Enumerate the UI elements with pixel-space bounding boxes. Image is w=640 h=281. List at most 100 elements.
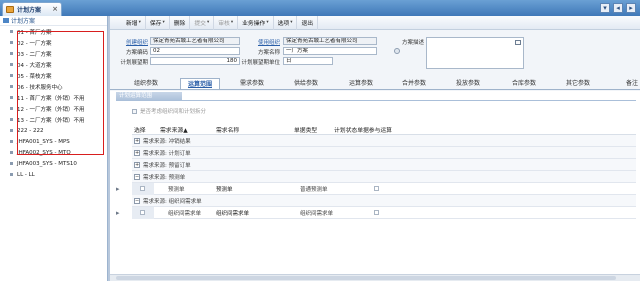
toolbar-button[interactable]: 提交 ▾ [190,15,215,30]
tree-item[interactable]: 04 - 大道方案 [0,59,107,70]
tree-item[interactable]: 11 - 首厂方案（外销）不用 [0,92,107,103]
toolbar-button[interactable]: 选项 ▾ [274,15,298,30]
col-by-status[interactable]: 计划状态单据参与运算 [334,125,392,134]
param-tab[interactable]: 其它参数 [558,78,598,89]
group-row[interactable]: + 需求来源: 计划订单 [132,147,636,159]
tree-item[interactable]: 02 - 一厂方案 [0,37,107,48]
param-tab[interactable]: 合并参数 [394,78,434,89]
tree-item[interactable]: 12 - 一厂方案（外销）不用 [0,103,107,114]
node-icon [10,85,13,88]
param-tab[interactable]: 供给参数 [284,78,328,89]
consider-org-checkbox[interactable] [132,108,137,114]
plan-desc-field[interactable] [426,37,524,69]
horizon-field[interactable]: 180 [150,57,240,65]
name-label: 方案名称 [257,50,280,56]
select-cell[interactable] [132,182,154,195]
doc-type-cell: 组织间需求单 [300,210,334,217]
edit-icon[interactable] [515,40,521,45]
consider-org-option[interactable]: 是否考虑组织间和计划拆分 [132,107,206,115]
toolbar-button-label: 提交 [194,21,206,27]
tree-item[interactable]: 06 - 技术服务中心 [0,81,107,92]
chevron-down-icon: ▾ [162,20,165,25]
node-icon [10,52,13,55]
tree-item-label: 02 - 一厂方案 [17,40,52,47]
group-row[interactable]: + 需求来源: 冲销结果 [132,135,636,147]
create-org-label: 创建组织 [125,40,148,46]
window-controls: ▾ ◂ ▸ [600,3,636,13]
group-row[interactable]: + 需求来源: 预留订单 [132,159,636,171]
group-row[interactable]: − 需求来源: 组织间需求单 [132,195,636,207]
node-icon [10,107,13,110]
toolbar-button[interactable]: 退出 [297,15,319,30]
prev-icon[interactable]: ◂ [613,3,623,13]
toolbar-button[interactable]: 新增 ▾ [122,15,146,30]
toolbar-button-label: 删除 [173,21,186,27]
toolbar-button[interactable]: 业务操作 ▾ [238,15,274,30]
close-icon[interactable]: × [52,5,58,13]
toolbar-button[interactable]: 审核 ▾ [214,15,239,30]
dropdown-icon[interactable]: ▾ [600,3,610,13]
node-icon [10,96,13,99]
param-tab[interactable]: 投放参数 [446,78,490,89]
expand-icon[interactable]: − [134,173,140,180]
tree-item[interactable]: 13 - 二厂方案（外销）不用 [0,114,107,125]
lookup-icon[interactable] [394,48,400,54]
table-header: 选择 需求来源▲ 需求名称 单据类型 计划状态单据参与运算 [132,122,636,135]
tree-item-label: JHFA001_SYS - MPS [17,138,70,145]
horizon-unit-select[interactable]: 日 [283,57,333,65]
col-source[interactable]: 需求来源▲ [160,125,188,134]
expand-icon[interactable]: − [134,197,140,204]
select-cell[interactable] [132,206,154,219]
expand-icon[interactable]: + [134,161,140,168]
param-tab[interactable]: 组织参数 [124,78,168,89]
group-row[interactable]: − 需求来源: 预测单 [132,171,636,183]
tree-item[interactable]: 01 - 首厂方案 [0,26,107,37]
node-icon [10,151,13,154]
next-icon[interactable]: ▸ [626,3,636,13]
chevron-down-icon: ▾ [230,20,234,25]
param-tab[interactable]: 合库参数 [502,78,546,89]
tree-item[interactable]: JHFA002_SYS - MTO [0,147,107,158]
horizontal-scrollbar[interactable] [110,274,640,281]
tree-item-label: LL - LL [17,171,35,178]
code-field[interactable]: 02 [150,47,240,55]
horizon-label: 计划展望期 [120,60,148,66]
param-tab[interactable]: 运算范围 [180,78,220,89]
by-status-checkbox[interactable] [374,186,379,191]
use-org-field[interactable]: 保定青苑古城工艺者有限公司 [283,37,377,45]
param-tab[interactable]: 备注 [610,78,640,89]
row-pointer-icon: ▸ [116,208,120,217]
create-org-field[interactable]: 保定青苑古城工艺者有限公司 [150,37,240,45]
param-tab[interactable]: 运算参数 [340,78,382,89]
tree-item[interactable]: 05 - 菜枝方案 [0,70,107,81]
tree-item[interactable]: LL - LL [0,169,107,180]
table-row[interactable]: ▸ 组织间需求单 组织间需求单 组织间需求单 [116,206,636,219]
select-checkbox[interactable] [140,185,145,191]
toolbar-button[interactable]: 保存 ▾ [146,15,170,30]
scrollbar-thumb[interactable] [116,276,616,280]
source-cell: 预测单 [168,186,185,193]
group-label: 需求来源: 组织间需求单 [143,198,202,205]
tree-item[interactable]: 222 - 222 [0,125,107,136]
col-select[interactable]: 选择 [134,125,146,134]
name-field[interactable]: 一厂方案 [283,47,377,55]
tree-item-label: JHFA003_SYS - MTS10 [17,160,77,167]
toolbar-button[interactable]: 删除 [170,15,191,30]
select-checkbox[interactable] [140,209,145,215]
section-divider [116,100,636,101]
table-row[interactable]: ▸ 预测单 预测单 普通预测单 [116,182,636,195]
col-demand-name[interactable]: 需求名称 [216,125,239,134]
expand-icon[interactable]: + [134,137,140,144]
param-tab[interactable]: 需求参数 [232,78,272,89]
tree-item[interactable]: JHFA001_SYS - MPS [0,136,107,147]
by-status-checkbox[interactable] [374,210,379,215]
col-doc-type[interactable]: 单据类型 [294,125,317,134]
node-icon [10,74,13,77]
tree-item[interactable]: 03 - 二厂方案 [0,48,107,59]
tree-item[interactable]: JHFA003_SYS - MTS10 [0,158,107,169]
toolbar-button-label: 保存 [149,21,162,27]
tree-item-label: 06 - 技术服务中心 [17,84,63,91]
tab-plan-scheme[interactable]: 计划方案 × [2,2,62,16]
tree-root[interactable]: 计划方案 [0,16,107,26]
expand-icon[interactable]: + [134,149,140,156]
